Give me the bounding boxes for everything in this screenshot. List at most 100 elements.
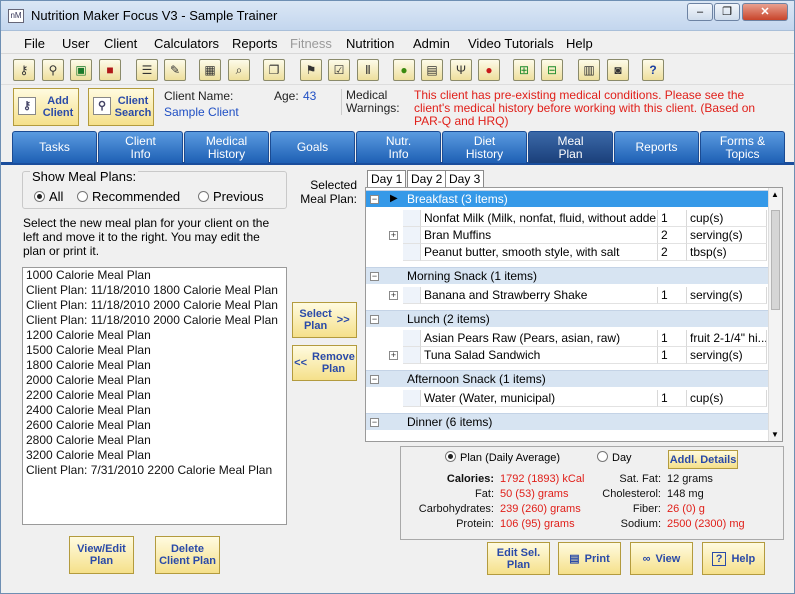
edit-selected-plan-button[interactable]: Edit Sel. Plan xyxy=(487,542,550,575)
menu-file[interactable]: File xyxy=(24,36,45,51)
minimize-button[interactable]: – xyxy=(687,3,713,21)
scroll-down-icon[interactable]: ▼ xyxy=(771,430,779,439)
import-icon[interactable]: ⊟ xyxy=(541,59,563,81)
collapse-icon[interactable]: − xyxy=(370,272,379,281)
row-selector[interactable] xyxy=(403,227,421,244)
list-item[interactable]: 3200 Calorie Meal Plan xyxy=(23,448,286,463)
camera-icon[interactable]: ◙ xyxy=(607,59,629,81)
meal-plan-list[interactable]: 1000 Calorie Meal Plan Client Plan: 11/1… xyxy=(22,267,287,525)
food-name-cell[interactable]: Banana and Strawberry Shake xyxy=(421,287,658,304)
clipboard-icon[interactable]: ☑ xyxy=(328,59,350,81)
row-selector[interactable] xyxy=(403,330,421,347)
list-item[interactable]: Client Plan: 7/31/2010 2200 Calorie Meal… xyxy=(23,463,286,478)
search-client-icon[interactable]: ⚲ xyxy=(42,59,64,81)
add-client-icon[interactable]: ⚷ xyxy=(13,59,35,81)
food-name-cell[interactable]: Asian Pears Raw (Pears, asian, raw) xyxy=(421,330,658,347)
help-button[interactable]: ? Help xyxy=(702,542,765,575)
radio-previous[interactable]: Previous xyxy=(198,189,264,204)
table-row[interactable]: Water (Water, municipal) 1 cup(s) xyxy=(366,390,769,407)
food-name-cell[interactable]: Water (Water, municipal) xyxy=(421,390,658,407)
menu-nutrition[interactable]: Nutrition xyxy=(346,36,394,51)
save-icon[interactable]: ▣ xyxy=(70,59,92,81)
notes-icon[interactable]: ✎ xyxy=(164,59,186,81)
checklist-icon[interactable]: ☰ xyxy=(136,59,158,81)
row-selector[interactable] xyxy=(403,390,421,407)
scroll-up-icon[interactable]: ▲ xyxy=(771,190,779,199)
expand-icon[interactable]: + xyxy=(389,231,398,240)
food-name-cell[interactable]: Bran Muffins xyxy=(421,227,658,244)
unit-cell[interactable]: cup(s) xyxy=(687,210,767,227)
scroll-thumb[interactable] xyxy=(771,210,780,310)
view-button[interactable]: ∞ View xyxy=(630,542,693,575)
list-item[interactable]: 2400 Calorie Meal Plan xyxy=(23,403,286,418)
maximize-button[interactable]: ❐ xyxy=(714,3,740,21)
tab-day-2[interactable]: Day 2 xyxy=(407,170,447,188)
quantity-cell[interactable]: 1 xyxy=(658,390,687,407)
table-row[interactable]: Nonfat Milk (Milk, nonfat, fluid, withou… xyxy=(366,210,769,227)
list-item[interactable]: 2800 Calorie Meal Plan xyxy=(23,433,286,448)
collapse-icon[interactable]: − xyxy=(370,195,379,204)
tab-reports[interactable]: Reports xyxy=(614,131,699,163)
list-item[interactable]: Client Plan: 11/18/2010 2000 Calorie Mea… xyxy=(23,298,286,313)
tab-diet-history[interactable]: Diet History xyxy=(442,131,527,163)
tab-tasks[interactable]: Tasks xyxy=(12,131,97,163)
unit-cell[interactable]: serving(s) xyxy=(687,287,767,304)
food-name-cell[interactable]: Peanut butter, smooth style, with salt xyxy=(421,244,658,261)
search-icon[interactable]: ⌕ xyxy=(228,59,250,81)
tab-client-info[interactable]: Client Info xyxy=(98,131,183,163)
menu-user[interactable]: User xyxy=(62,36,89,51)
list-item[interactable]: 1000 Calorie Meal Plan xyxy=(23,268,286,283)
meal-group-header[interactable]: − Lunch (2 items) xyxy=(366,310,769,327)
quantity-cell[interactable]: 1 xyxy=(658,210,687,227)
row-selector[interactable] xyxy=(403,210,421,227)
additional-details-button[interactable]: Addl. Details xyxy=(668,450,738,469)
menu-fitness[interactable]: Fitness xyxy=(290,36,332,51)
exit-icon[interactable]: ■ xyxy=(99,59,121,81)
view-edit-plan-button[interactable]: View/Edit Plan xyxy=(69,536,134,574)
table-row[interactable]: + Tuna Salad Sandwich 1 serving(s) xyxy=(366,347,769,364)
meal-group-header[interactable]: − Dinner (6 items) xyxy=(366,413,769,430)
select-plan-button[interactable]: Select Plan >> xyxy=(292,302,357,338)
client-search-button[interactable]: ⚲ Client Search xyxy=(88,88,154,126)
quantity-cell[interactable]: 2 xyxy=(658,227,687,244)
print-button[interactable]: ▤ Print xyxy=(558,542,621,575)
list-item[interactable]: Client Plan: 11/18/2010 2000 Calorie Mea… xyxy=(23,313,286,328)
tab-nutr-info[interactable]: Nutr. Info xyxy=(356,131,441,163)
tab-day-1[interactable]: Day 1 xyxy=(367,170,407,188)
documents-icon[interactable]: ❐ xyxy=(263,59,285,81)
collapse-icon[interactable]: − xyxy=(370,315,379,324)
quantity-cell[interactable]: 1 xyxy=(658,287,687,304)
goal-flag-icon[interactable]: ⚑ xyxy=(300,59,322,81)
dumbbell-icon[interactable]: Ⅱ xyxy=(357,59,379,81)
tab-meal-plan[interactable]: Meal Plan xyxy=(528,131,613,163)
radio-plan-daily-average[interactable]: Plan (Daily Average) xyxy=(445,451,560,464)
unit-cell[interactable]: serving(s) xyxy=(687,347,767,364)
quantity-cell[interactable]: 1 xyxy=(658,330,687,347)
quantity-cell[interactable]: 2 xyxy=(658,244,687,261)
export-icon[interactable]: ⊞ xyxy=(513,59,535,81)
food-name-cell[interactable]: Nonfat Milk (Milk, nonfat, fluid, withou… xyxy=(421,210,658,227)
list-item[interactable]: 2000 Calorie Meal Plan xyxy=(23,373,286,388)
unit-cell[interactable]: fruit 2-1/4" hi... xyxy=(687,330,767,347)
menu-help[interactable]: Help xyxy=(566,36,593,51)
remove-plan-button[interactable]: << Remove Plan xyxy=(292,345,357,381)
unit-cell[interactable]: tbsp(s) xyxy=(687,244,767,261)
utensils-icon[interactable]: Ψ xyxy=(450,59,472,81)
tab-forms-topics[interactable]: Forms & Topics xyxy=(700,131,785,163)
table-row[interactable]: Peanut butter, smooth style, with salt 2 t… xyxy=(366,244,769,261)
unit-cell[interactable]: cup(s) xyxy=(687,390,767,407)
selected-meal-plan-grid[interactable]: − ▶ Breakfast (3 items) Nonfat Milk (Milk, … xyxy=(365,187,783,442)
food-name-cell[interactable]: Tuna Salad Sandwich xyxy=(421,347,658,364)
table-row[interactable]: Asian Pears Raw (Pears, asian, raw) 1 frui… xyxy=(366,330,769,347)
expand-icon[interactable]: + xyxy=(389,291,398,300)
row-selector[interactable] xyxy=(403,347,421,364)
tab-day-3[interactable]: Day 3 xyxy=(445,170,485,188)
row-selector[interactable] xyxy=(403,287,421,304)
tomato-icon[interactable]: ● xyxy=(478,59,500,81)
meal-group-header[interactable]: − Afternoon Snack (1 items) xyxy=(366,370,769,387)
table-row[interactable]: + Bran Muffins 2 serving(s) xyxy=(366,227,769,244)
print-clipboard-icon[interactable]: ▥ xyxy=(578,59,600,81)
unit-cell[interactable]: serving(s) xyxy=(687,227,767,244)
delete-client-plan-button[interactable]: Delete Client Plan xyxy=(155,536,220,574)
menu-video-tutorials[interactable]: Video Tutorials xyxy=(468,36,554,51)
